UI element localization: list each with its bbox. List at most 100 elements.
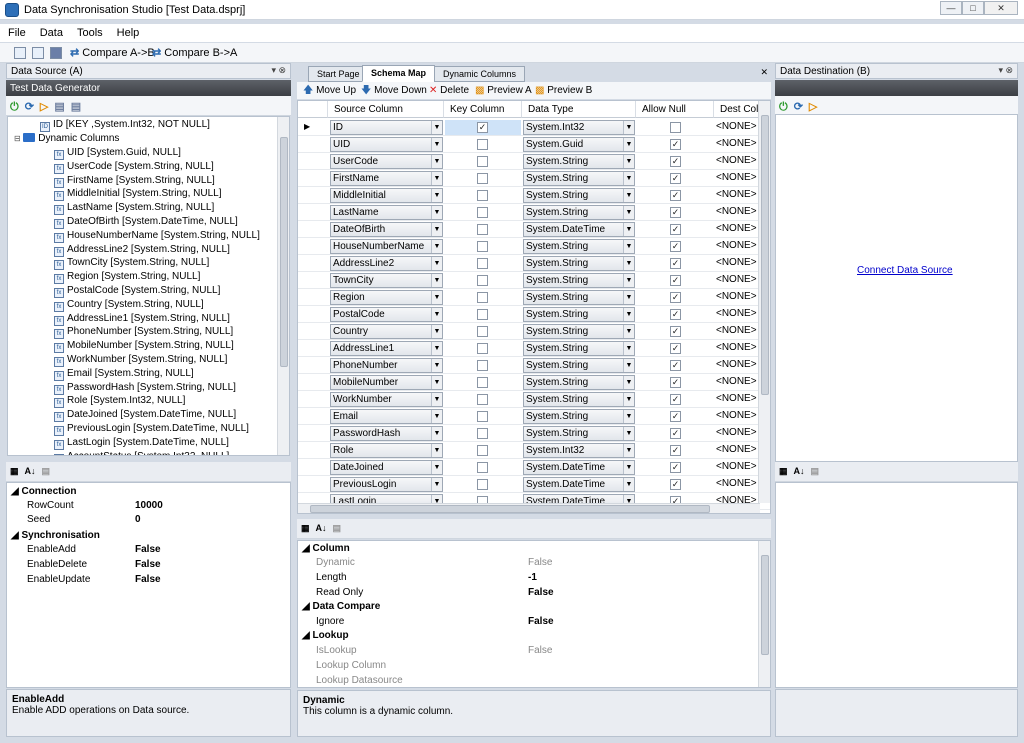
- export-icon[interactable]: ▤: [71, 100, 81, 113]
- allow-null-checkbox[interactable]: ✓: [670, 479, 681, 490]
- tree-scrollbar[interactable]: [277, 117, 289, 455]
- tree-column-item[interactable]: fx Email [System.String, NULL]: [54, 368, 194, 381]
- tree-column-item[interactable]: fx Role [System.Int32, NULL]: [54, 395, 185, 409]
- source-column-cell[interactable]: TownCity ▼: [330, 273, 443, 288]
- grid-row[interactable]: UserCode ▼ System.String ▼ ✓ <NONE>: [298, 153, 770, 170]
- tree-scroll-thumb[interactable]: [280, 137, 288, 367]
- grid-row[interactable]: DateJoined ▼ System.DateTime ▼ ✓ <NONE>: [298, 459, 770, 476]
- source-column-cell[interactable]: Country ▼: [330, 324, 443, 339]
- dropdown-arrow-icon[interactable]: ▼: [431, 155, 442, 168]
- dest-column-cell[interactable]: <NONE>: [716, 342, 757, 353]
- dest-column-cell[interactable]: <NONE>: [716, 240, 757, 251]
- grid-row[interactable]: FirstName ▼ System.String ▼ ✓ <NONE>: [298, 170, 770, 187]
- grid-row[interactable]: Country ▼ System.String ▼ ✓ <NONE>: [298, 323, 770, 340]
- minimize-button[interactable]: —: [940, 1, 962, 15]
- connect-icon[interactable]: ⏻: [10, 101, 19, 114]
- source-column-cell[interactable]: LastName ▼: [330, 205, 443, 220]
- categorized-icon[interactable]: ▦: [301, 523, 310, 534]
- key-column-checkbox[interactable]: [477, 343, 488, 354]
- allow-null-checkbox[interactable]: ✓: [670, 292, 681, 303]
- tree-column-item[interactable]: fx UID [System.Guid, NULL]: [54, 147, 181, 160]
- dropdown-arrow-icon[interactable]: ▼: [623, 206, 634, 219]
- dest-column-cell[interactable]: <NONE>: [716, 257, 757, 268]
- dest-column-cell[interactable]: <NONE>: [716, 444, 757, 455]
- column-props-scroll-thumb[interactable]: [761, 555, 769, 655]
- connect-icon[interactable]: ⏻: [779, 101, 788, 114]
- grid-row[interactable]: ▶ ID ▼ ✓ System.Int32 ▼ <NONE>: [298, 119, 770, 136]
- tree-column-item[interactable]: fx MobileNumber [System.String, NULL]: [54, 340, 234, 354]
- dest-column-cell[interactable]: <NONE>: [716, 291, 757, 302]
- source-column-cell[interactable]: MiddleInitial ▼: [330, 188, 443, 203]
- prop-seed-value[interactable]: 0: [135, 514, 141, 528]
- allow-null-checkbox[interactable]: ✓: [670, 326, 681, 337]
- dest-column-cell[interactable]: <NONE>: [716, 461, 757, 472]
- run-icon[interactable]: ▷: [809, 100, 817, 113]
- tree-column-item[interactable]: fx LastName [System.String, NULL]: [54, 202, 214, 216]
- move-down-button[interactable]: 🡇 Move Down: [361, 84, 427, 100]
- data-type-cell[interactable]: System.String ▼: [523, 341, 635, 356]
- data-type-cell[interactable]: System.String ▼: [523, 324, 635, 339]
- allow-null-checkbox[interactable]: ✓: [670, 241, 681, 252]
- grid-row[interactable]: MiddleInitial ▼ System.String ▼ ✓ <NONE>: [298, 187, 770, 204]
- dropdown-arrow-icon[interactable]: ▼: [431, 427, 442, 440]
- tab-start-page[interactable]: Start Page: [308, 66, 369, 82]
- prop-rowcount-value[interactable]: 10000: [135, 500, 163, 514]
- source-column-cell[interactable]: AddressLine1 ▼: [330, 341, 443, 356]
- preview-b-button[interactable]: ▩ Preview B: [535, 84, 592, 100]
- data-type-cell[interactable]: System.String ▼: [523, 205, 635, 220]
- data-type-cell[interactable]: System.String ▼: [523, 290, 635, 305]
- dropdown-arrow-icon[interactable]: ▼: [431, 308, 442, 321]
- dest-column-cell[interactable]: <NONE>: [716, 155, 757, 166]
- grid-row[interactable]: Region ▼ System.String ▼ ✓ <NONE>: [298, 289, 770, 306]
- dropdown-arrow-icon[interactable]: ▼: [623, 325, 634, 338]
- dropdown-arrow-icon[interactable]: ▼: [623, 291, 634, 304]
- dropdown-arrow-icon[interactable]: ▼: [623, 223, 634, 236]
- col-header-type[interactable]: Data Type: [522, 101, 636, 118]
- open-project-button[interactable]: [32, 46, 47, 62]
- tree-folder[interactable]: ⊟ Dynamic Columns: [14, 133, 119, 146]
- grid-row[interactable]: Role ▼ System.Int32 ▼ ✓ <NONE>: [298, 442, 770, 459]
- sort-alpha-icon[interactable]: A↓: [794, 466, 805, 476]
- source-tree[interactable]: ID ID [KEY ,System.Int32, NOT NULL] ⊟ Dyn…: [7, 116, 290, 456]
- key-column-checkbox[interactable]: [477, 173, 488, 184]
- new-project-button[interactable]: [14, 46, 29, 62]
- tree-column-item[interactable]: fx PhoneNumber [System.String, NULL]: [54, 326, 233, 340]
- key-column-checkbox[interactable]: ✓: [477, 122, 488, 133]
- categorized-icon[interactable]: ▦: [10, 466, 19, 477]
- properties-icon[interactable]: ▤: [54, 100, 64, 113]
- allow-null-checkbox[interactable]: ✓: [670, 411, 681, 422]
- dest-column-cell[interactable]: <NONE>: [716, 172, 757, 183]
- key-column-checkbox[interactable]: [477, 207, 488, 218]
- source-column-cell[interactable]: AddressLine2 ▼: [330, 256, 443, 271]
- dropdown-arrow-icon[interactable]: ▼: [623, 461, 634, 474]
- data-type-cell[interactable]: System.String ▼: [523, 392, 635, 407]
- dropdown-arrow-icon[interactable]: ▼: [623, 172, 634, 185]
- tab-schema-map[interactable]: Schema Map: [362, 65, 436, 82]
- source-column-cell[interactable]: DateJoined ▼: [330, 460, 443, 475]
- property-pages-icon[interactable]: ▤: [333, 523, 342, 534]
- dropdown-arrow-icon[interactable]: ▼: [431, 138, 442, 151]
- dest-column-cell[interactable]: <NONE>: [716, 308, 757, 319]
- grid-row[interactable]: WorkNumber ▼ System.String ▼ ✓ <NONE>: [298, 391, 770, 408]
- maximize-button[interactable]: □: [962, 1, 984, 15]
- dest-column-cell[interactable]: <NONE>: [716, 121, 757, 132]
- dropdown-arrow-icon[interactable]: ▼: [623, 240, 634, 253]
- data-type-cell[interactable]: System.String ▼: [523, 358, 635, 373]
- grid-hscrollbar[interactable]: [298, 503, 760, 513]
- dropdown-arrow-icon[interactable]: ▼: [623, 376, 634, 389]
- grid-row[interactable]: MobileNumber ▼ System.String ▼ ✓ <NONE>: [298, 374, 770, 391]
- pin-icon[interactable]: ▾ ⊗: [998, 65, 1013, 76]
- column-props-scrollbar[interactable]: [758, 541, 770, 687]
- dropdown-arrow-icon[interactable]: ▼: [431, 121, 442, 134]
- tree-column-item[interactable]: fx DateOfBirth [System.DateTime, NULL]: [54, 216, 238, 229]
- tab-dynamic-columns[interactable]: Dynamic Columns: [434, 66, 526, 82]
- pin-icon[interactable]: ▾ ⊗: [271, 65, 286, 76]
- tree-column-item[interactable]: fx MiddleInitial [System.String, NULL]: [54, 188, 222, 202]
- grid-vscrollbar[interactable]: [758, 101, 770, 503]
- move-up-button[interactable]: 🡅 Move Up: [303, 84, 356, 100]
- grid-row[interactable]: PostalCode ▼ System.String ▼ ✓ <NONE>: [298, 306, 770, 323]
- allow-null-checkbox[interactable]: ✓: [670, 224, 681, 235]
- dropdown-arrow-icon[interactable]: ▼: [431, 189, 442, 202]
- source-column-cell[interactable]: WorkNumber ▼: [330, 392, 443, 407]
- key-column-checkbox[interactable]: [477, 309, 488, 320]
